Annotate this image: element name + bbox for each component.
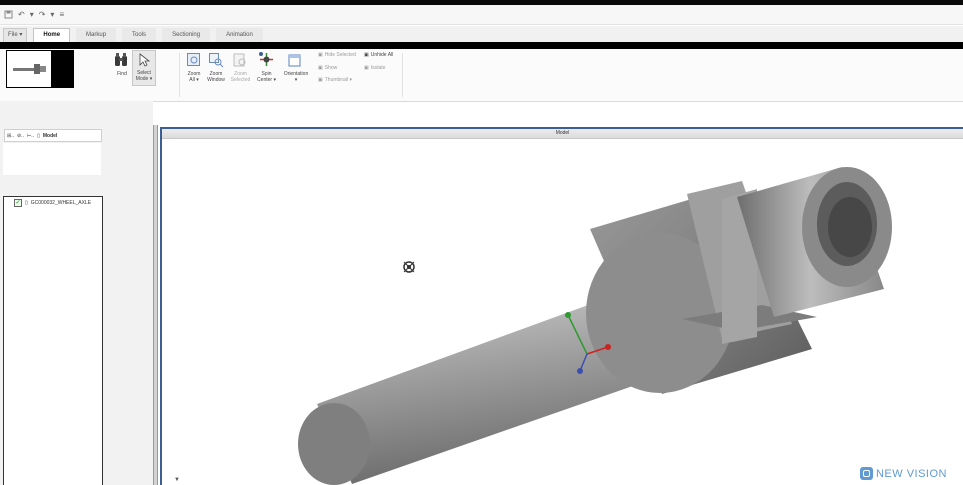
zoom-all-label-2: All ▾ [189,77,199,83]
spin-center-button[interactable]: Spin Center ▾ [254,71,279,83]
redo-icon[interactable]: ↷ [39,10,46,19]
app-window: ↶ ▾ ↷ ▾ ≡ File ▾ Home Markup Tools Secti… [0,0,963,485]
zoom-selected-icon [233,53,246,67]
hide-selected-icon: ▣ [318,52,323,58]
undo-dropdown-icon[interactable]: ▾ [30,10,34,19]
zoom-window-label-2: Window [207,77,225,83]
orientation-dropdown-icon: ▾ [294,77,298,83]
hide-selected-label: Hide Selected [324,52,356,58]
tree-item-label: GC000032_WHEEL_AXLE [30,200,92,206]
isolate-label: Isolate [370,65,386,71]
zoom-selected-label-2: Selected [230,77,251,83]
wheel-axle-model[interactable] [162,139,963,485]
save-icon[interactable] [4,10,13,19]
tab-home[interactable]: Home [33,28,71,42]
model-tree: ✓ ▯ GC000032_WHEEL_AXLE [3,196,103,485]
ribbon-separator [179,53,180,97]
rotate-cursor-icon [403,261,415,273]
panel-tabs: ⊞.. ⊘.. ⊢.. ▯ Model [4,129,102,142]
panel-splitter[interactable] [153,125,158,485]
model-thumbnail[interactable] [6,50,74,88]
left-panel: ⊞.. ⊘.. ⊢.. ▯ Model ✓ ▯ GC000032_WHEEL_A… [0,101,153,485]
zoom-window-button[interactable]: Zoom Window [203,71,229,83]
tree-item-checkbox[interactable]: ✓ [14,199,22,207]
orientation-button[interactable]: Orientation ▾ [281,71,311,83]
spin-center-label-2: Center ▾ [257,77,276,83]
zoom-window-icon[interactable] [208,52,224,68]
redo-dropdown-icon[interactable]: ▾ [50,10,54,19]
thumbnail-label: Thumbnail ▾ [324,77,352,83]
undo-icon[interactable]: ↶ [18,10,25,19]
tab-file[interactable]: File ▾ [3,28,28,42]
find-button[interactable]: Find [113,71,131,77]
tab-tools[interactable]: Tools [122,28,157,42]
unhide-all-button[interactable]: ▣ Unhide All [364,52,393,58]
spin-center-icon[interactable] [258,51,275,68]
new-vision-logo: NEW VISION [859,467,947,480]
ribbon-home: Find Select Mode ▾ Zoom All ▾ Zoom Windo… [0,49,963,102]
show-button: ▣ Show [318,65,337,71]
panel-tab-model[interactable]: Model [43,133,57,139]
part-icon: ▯ [25,200,28,206]
logo-text: NEW VISION [875,467,947,480]
ribbon-tabs: File ▾ Home Markup Tools Sectioning Anim… [0,26,963,42]
tab-animation[interactable]: Animation [216,28,263,42]
zoom-all-button[interactable]: Zoom All ▾ [183,71,205,83]
zoom-all-icon[interactable] [186,52,202,68]
panel-upper-area [3,143,101,175]
model-tab-icon: ▯ [37,132,40,139]
show-icon: ▣ [318,65,323,71]
scroll-down-icon[interactable]: ▼ [174,477,180,483]
model-viewport[interactable]: Model ▼ NEW VISION [160,127,963,485]
viewport-title: Model [162,129,963,139]
thumbnail-preview [7,51,51,87]
panel-tab-structure-icon[interactable]: ⊞.. [7,133,14,139]
customize-toolbar-icon[interactable]: ≡ [59,10,64,19]
thumbnail-button: ▣ Thumbnail ▾ [318,77,352,83]
panel-tab-tree-icon[interactable]: ⊢.. [27,133,34,139]
axle-thumbnail-image [13,64,46,74]
panel-tab-search-icon[interactable]: ⊘.. [17,133,24,139]
tab-markup[interactable]: Markup [76,28,117,42]
unhide-all-icon: ▣ [364,52,369,58]
isolate-button: ▣ Isolate [364,65,385,71]
zoom-selected-button: Zoom Selected [227,71,254,83]
pointer-icon [139,53,150,67]
video-overlay-bar [0,42,963,49]
binoculars-icon[interactable] [113,52,129,68]
find-label: Find [117,71,127,77]
orientation-icon[interactable] [287,52,303,68]
show-label: Show [324,65,338,71]
tree-item[interactable]: ✓ ▯ GC000032_WHEEL_AXLE [14,199,91,207]
tab-sectioning[interactable]: Sectioning [162,28,211,42]
ribbon-separator-2 [402,53,403,97]
thumbnail-icon: ▣ [318,77,323,83]
quick-access-toolbar: ↶ ▾ ↷ ▾ ≡ [0,5,963,25]
logo-mark-icon [859,467,873,480]
hide-selected-button: ▣ Hide Selected [318,52,356,58]
select-mode-label: Mode ▾ [135,76,153,82]
select-mode-button[interactable]: Select Mode ▾ [132,50,156,86]
isolate-icon: ▣ [364,65,369,71]
unhide-all-label: Unhide All [370,52,394,58]
